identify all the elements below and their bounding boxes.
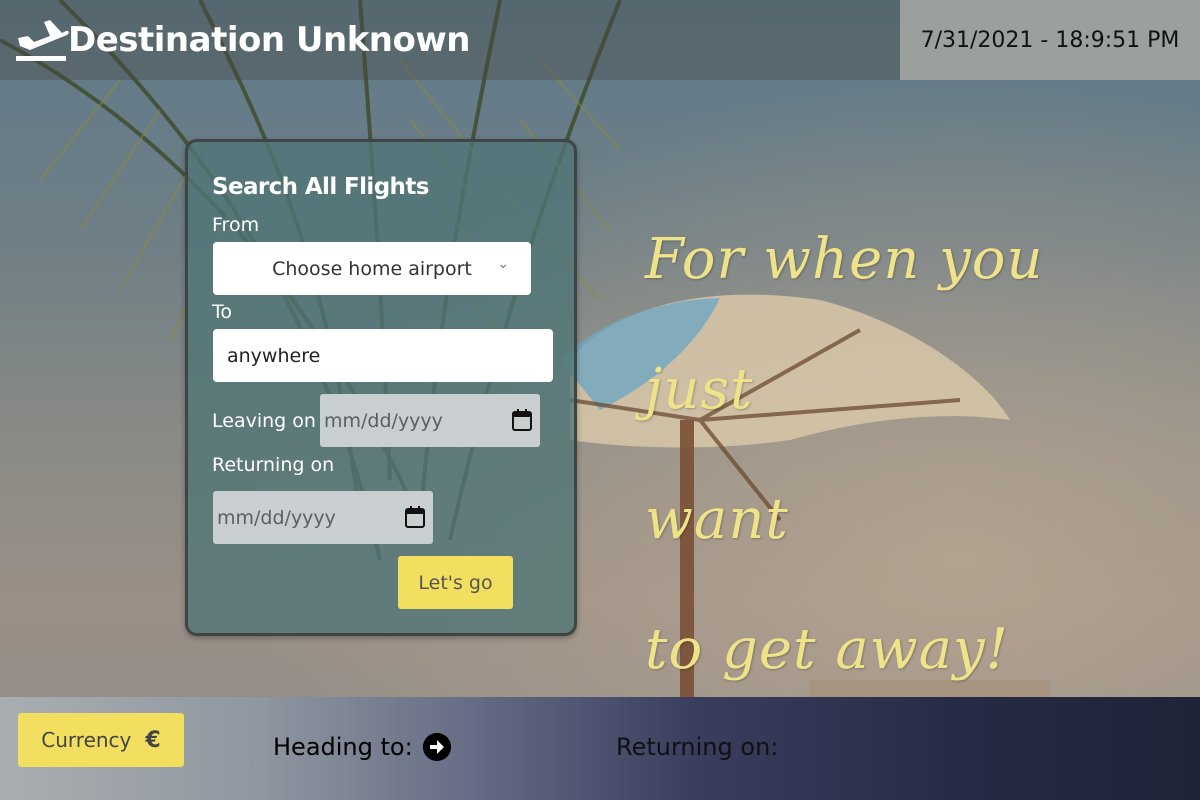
to-label: To [212,301,233,323]
tagline-line-3: to get away! [645,617,1010,682]
datetime-display: 7/31/2021 - 18:9:51 PM [900,0,1200,80]
from-airport-select[interactable]: Choose home airport ⌄ [213,242,531,295]
tagline-line-2: want [645,487,789,552]
returning-on-label: Returning on [212,454,335,476]
logo[interactable]: Destination Unknown [14,14,471,66]
returning-date-placeholder: mm/dd/yyyy [217,506,336,529]
chevron-down-icon: ⌄ [497,256,509,272]
leaving-on-label: Leaving on [212,410,316,432]
lets-go-button[interactable]: Let's go [398,556,513,609]
tagline: For when you just want to get away! [645,195,1165,715]
heading-to-label: Heading to: [273,733,413,761]
to-destination-input[interactable]: anywhere [213,329,553,382]
header-bar: Destination Unknown 7/31/2021 - 18:9:51 … [0,0,1200,80]
leaving-date-input[interactable]: mm/dd/yyyy [320,394,540,447]
trip-summary-bar: Currency € Heading to: Returning on: [0,697,1200,800]
search-card-title: Search All Flights [212,174,429,200]
currency-button[interactable]: Currency € [18,713,184,767]
heading-to: Heading to: [273,733,451,761]
app-title: Destination Unknown [68,20,471,60]
currency-label: Currency [41,728,132,752]
tagline-line-1: For when you just [645,227,1044,422]
airplane-takeoff-icon [14,16,70,64]
euro-icon: € [145,727,161,753]
search-flights-card: Search All Flights From Choose home airp… [185,139,577,636]
calendar-icon[interactable] [405,506,425,528]
returning-date-input[interactable]: mm/dd/yyyy [213,491,433,544]
returning-on-summary: Returning on: [616,733,779,761]
arrow-right-circle-icon[interactable] [422,733,451,761]
calendar-icon[interactable] [512,409,532,431]
from-label: From [212,214,260,236]
leaving-date-placeholder: mm/dd/yyyy [324,409,443,432]
from-airport-placeholder: Choose home airport [272,257,472,280]
